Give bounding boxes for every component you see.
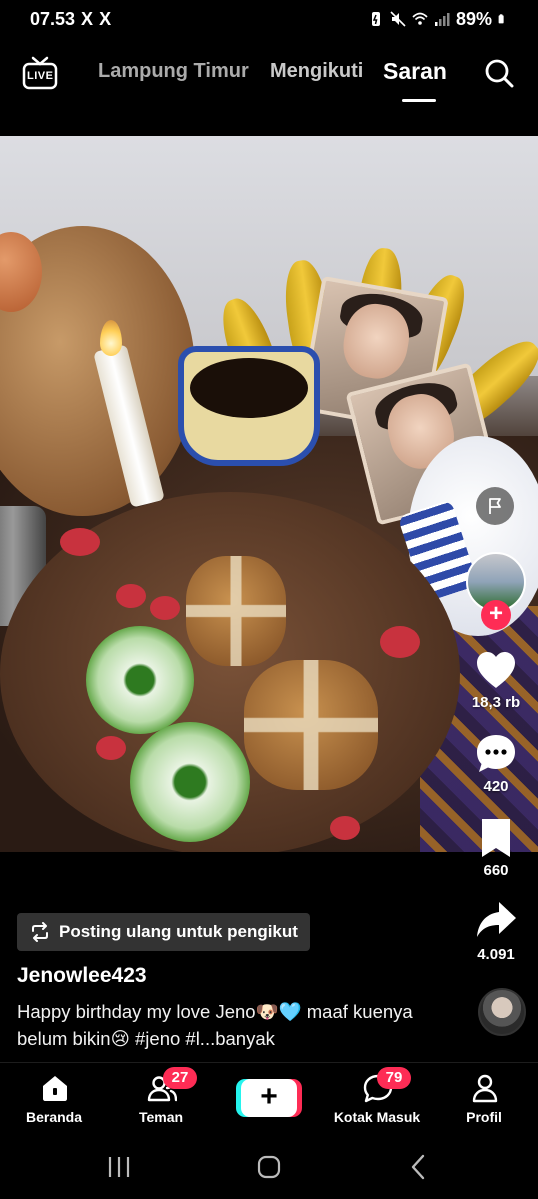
video-brown-cake bbox=[244, 660, 378, 790]
top-nav: LIVE Lampung Timur Mengikuti Saran bbox=[0, 46, 538, 106]
active-tab-indicator bbox=[402, 99, 436, 102]
video-petal bbox=[116, 584, 146, 608]
search-icon[interactable] bbox=[484, 58, 514, 88]
caption-text[interactable]: Happy birthday my love Jeno🐶🩵 maaf kueny… bbox=[17, 998, 457, 1052]
repost-icon bbox=[32, 922, 48, 942]
nav-label: Kotak Masuk bbox=[333, 1109, 421, 1125]
report-button[interactable] bbox=[476, 487, 514, 525]
x-app-icon: X bbox=[99, 8, 112, 29]
create-button[interactable]: + bbox=[236, 1079, 302, 1117]
status-bar: 07.53 X X 89% bbox=[0, 0, 538, 38]
battery-saver-icon bbox=[371, 12, 380, 26]
status-right: 89% bbox=[368, 9, 508, 30]
repost-label: Posting ulang untuk pengikut bbox=[59, 922, 298, 941]
follow-plus-button[interactable]: + bbox=[481, 600, 511, 630]
share-count: 4.091 bbox=[477, 946, 515, 963]
back-icon[interactable] bbox=[404, 1152, 434, 1182]
profile-icon bbox=[472, 1074, 498, 1103]
video-petal bbox=[96, 736, 126, 760]
x-app-icon: X bbox=[81, 8, 94, 29]
video-green-cake bbox=[130, 722, 250, 842]
comment-count: 420 bbox=[483, 778, 509, 795]
video-green-cake bbox=[86, 626, 194, 734]
plus-icon: + bbox=[241, 1079, 297, 1117]
bookmark-icon[interactable] bbox=[474, 816, 518, 860]
battery-icon bbox=[498, 14, 504, 24]
signal-icon bbox=[434, 13, 450, 26]
home-button-icon[interactable] bbox=[254, 1152, 284, 1182]
flag-icon bbox=[489, 498, 501, 514]
username[interactable]: Jenowlee423 bbox=[17, 964, 147, 988]
mute-icon bbox=[390, 11, 406, 27]
nav-beranda[interactable]: Beranda bbox=[4, 1063, 104, 1133]
nav-label: Profil bbox=[466, 1109, 502, 1125]
like-heart-icon[interactable] bbox=[474, 648, 518, 692]
nav-kotak-masuk[interactable]: 79 Kotak Masuk bbox=[327, 1063, 427, 1133]
video-player[interactable] bbox=[0, 136, 538, 852]
tab-saran[interactable]: Saran bbox=[383, 58, 447, 85]
like-count: 18,3 rb bbox=[471, 694, 521, 711]
bottom-nav: Beranda 27 Teman + 79 Kotak Masuk Profil bbox=[0, 1062, 538, 1132]
comment-icon[interactable] bbox=[474, 732, 518, 776]
video-petal bbox=[60, 528, 100, 556]
nav-teman[interactable]: 27 Teman bbox=[111, 1063, 211, 1133]
friends-badge: 27 bbox=[163, 1067, 197, 1089]
video-petal bbox=[330, 816, 360, 840]
video-brown-cake bbox=[186, 556, 286, 666]
tab-lampung-timur[interactable]: Lampung Timur bbox=[98, 60, 249, 83]
system-nav-bar bbox=[0, 1134, 538, 1199]
music-disc-avatar[interactable] bbox=[478, 988, 526, 1036]
video-petal bbox=[380, 626, 420, 658]
tab-mengikuti[interactable]: Mengikuti bbox=[270, 60, 363, 83]
video-petal bbox=[150, 596, 180, 620]
video-coffee bbox=[190, 358, 308, 418]
nav-label: Teman bbox=[138, 1109, 184, 1125]
repost-banner[interactable]: Posting ulang untuk pengikut bbox=[17, 913, 310, 951]
battery-percent: 89% bbox=[455, 8, 492, 29]
wifi-icon bbox=[412, 12, 428, 25]
live-label: LIVE bbox=[27, 70, 54, 82]
nav-profil[interactable]: Profil bbox=[434, 1063, 534, 1133]
recent-apps-icon[interactable] bbox=[104, 1152, 134, 1182]
share-icon[interactable] bbox=[474, 898, 518, 942]
clock: 07.53 bbox=[30, 8, 76, 29]
status-left: 07.53 X X bbox=[30, 9, 111, 30]
home-icon bbox=[43, 1076, 67, 1101]
nav-label: Beranda bbox=[25, 1109, 83, 1125]
bookmark-count: 660 bbox=[483, 862, 509, 879]
inbox-badge: 79 bbox=[377, 1067, 411, 1089]
